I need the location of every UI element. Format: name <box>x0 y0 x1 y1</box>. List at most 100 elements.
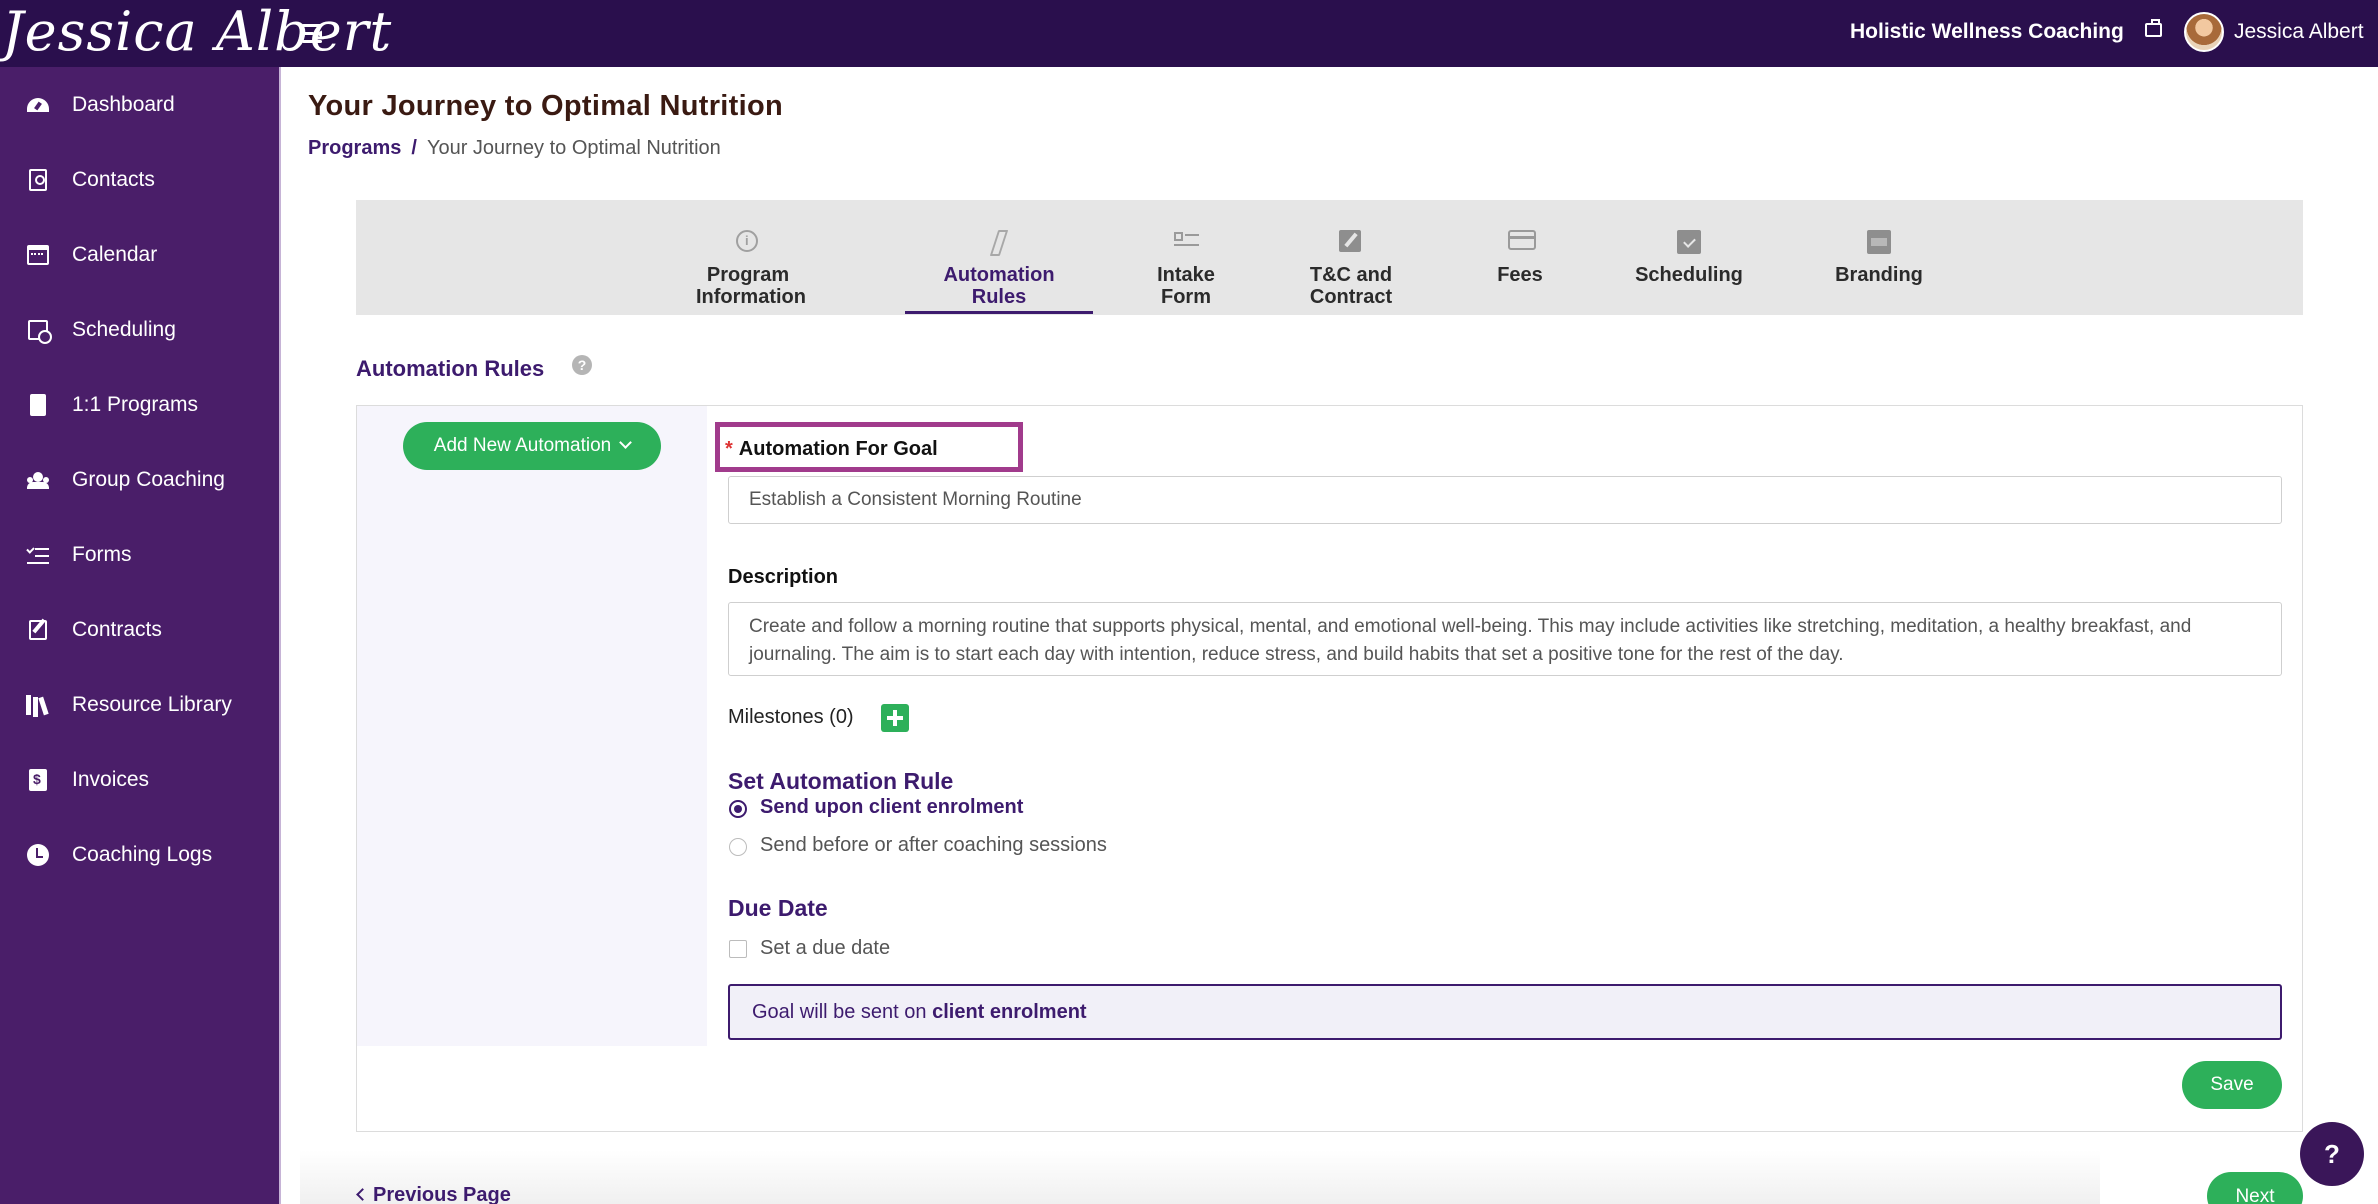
section-title: Automation Rules <box>356 356 545 381</box>
required-mark: * <box>725 438 733 460</box>
step-label-line2: Information <box>696 286 806 308</box>
due-date-checkbox[interactable] <box>729 940 747 958</box>
previous-page-link[interactable]: Previous Page <box>356 1184 511 1204</box>
sidebar: Dashboard Contacts Calendar Scheduling 1… <box>0 67 281 1204</box>
menu-toggle-icon[interactable] <box>300 22 328 46</box>
clock-icon <box>26 843 50 867</box>
automation-goal-label: * Automation For Goal <box>725 438 938 461</box>
step-scheduling[interactable]: Scheduling <box>1619 200 1759 315</box>
checklist-icon <box>1174 230 1199 252</box>
step-automation-rules[interactable]: Automation Rules <box>905 200 1093 315</box>
chevron-left-icon <box>356 1188 369 1201</box>
group-icon <box>26 468 50 492</box>
step-label-line1: Automation <box>943 264 1055 286</box>
sidebar-item-programs[interactable]: 1:1 Programs <box>0 375 281 435</box>
description-textarea[interactable]: Create and follow a morning routine that… <box>728 602 2282 676</box>
user-name[interactable]: Jessica Albert <box>2234 20 2364 44</box>
calendar-check-icon <box>1677 230 1701 254</box>
briefcase-icon[interactable] <box>2145 19 2162 37</box>
sidebar-item-label: Dashboard <box>72 93 175 116</box>
sidebar-item-invoices[interactable]: Invoices <box>0 750 281 810</box>
programs-icon <box>26 393 50 417</box>
save-button[interactable]: Save <box>2182 1061 2282 1109</box>
step-label-line2: Rules <box>971 286 1027 308</box>
step-label-line2: Form <box>1161 286 1211 308</box>
sidebar-item-label: Scheduling <box>72 318 176 341</box>
add-new-automation-button[interactable]: Add New Automation <box>403 422 661 470</box>
sidebar-item-contracts[interactable]: Contracts <box>0 600 281 660</box>
automation-goal-input[interactable] <box>728 476 2282 524</box>
description-label: Description <box>728 566 839 588</box>
radio-label-send-before-after-sessions[interactable]: Send before or after coaching sessions <box>760 834 1107 857</box>
forms-icon <box>26 543 50 567</box>
branding-icon <box>1867 230 1891 254</box>
step-label: Fees <box>1497 264 1543 286</box>
radio-label-send-upon-enrolment[interactable]: Send upon client enrolment <box>760 796 1023 819</box>
avatar[interactable] <box>2184 12 2224 52</box>
sidebar-item-label: Forms <box>72 543 132 566</box>
footer-shadow <box>300 1150 2100 1204</box>
sidebar-item-label: Resource Library <box>72 693 232 716</box>
help-chat-button[interactable]: ? <box>2300 1122 2364 1186</box>
breadcrumb: Programs / Your Journey to Optimal Nutriti… <box>308 137 721 160</box>
breadcrumb-current: Your Journey to Optimal Nutrition <box>426 137 721 159</box>
step-label: Scheduling <box>1635 264 1743 286</box>
invoice-icon <box>26 768 50 792</box>
step-label: Branding <box>1835 264 1923 286</box>
sidebar-item-label: Invoices <box>72 768 150 791</box>
sidebar-item-contacts[interactable]: Contacts <box>0 150 281 210</box>
signature-icon <box>1339 230 1363 252</box>
milestones-label: Milestones (0) <box>728 706 854 728</box>
step-label-line1: T&C and <box>1309 264 1393 286</box>
sidebar-item-label: Coaching Logs <box>72 843 213 866</box>
add-milestone-button[interactable] <box>881 704 909 732</box>
add-new-automation-label: Add New Automation <box>433 435 612 456</box>
sidebar-item-coaching-logs[interactable]: Coaching Logs <box>0 825 281 885</box>
goal-send-info: Goal will be sent on client enrolment <box>728 984 2282 1040</box>
program-steps-bar: ProgramInformation AutomationRules Intak… <box>356 200 2303 315</box>
next-button[interactable]: Next <box>2207 1172 2303 1204</box>
step-label-line1: Program <box>706 264 790 286</box>
library-icon <box>26 693 50 717</box>
sidebar-item-dashboard[interactable]: Dashboard <box>0 75 281 135</box>
breadcrumb-separator: / <box>411 137 417 159</box>
automation-card: Add New Automation * Automation For Goal … <box>356 405 2303 1132</box>
due-date-checkbox-label[interactable]: Set a due date <box>760 937 890 960</box>
top-bar: Jessica Albert Holistic Wellness Coachin… <box>0 0 2378 67</box>
step-program-information[interactable]: ProgramInformation <box>696 200 806 315</box>
help-icon[interactable]: ? <box>572 355 592 375</box>
sidebar-item-label: Contracts <box>72 618 162 641</box>
sidebar-item-label: Calendar <box>72 243 158 266</box>
info-icon <box>736 230 760 252</box>
breadcrumb-programs-link[interactable]: Programs <box>308 137 401 159</box>
automation-rule-title: Set Automation Rule <box>728 768 954 794</box>
sidebar-item-label: 1:1 Programs <box>72 393 199 416</box>
contacts-icon <box>26 168 50 192</box>
brand-logo[interactable]: Jessica Albert <box>2 0 392 67</box>
sidebar-item-calendar[interactable]: Calendar <box>0 225 281 285</box>
sidebar-item-forms[interactable]: Forms <box>0 525 281 585</box>
sidebar-item-group-coaching[interactable]: Group Coaching <box>0 450 281 510</box>
calendar-icon <box>26 243 50 267</box>
radio-send-upon-enrolment[interactable] <box>729 800 747 818</box>
step-tc-contract[interactable]: T&C and Contract <box>1291 200 1411 315</box>
step-label-line2: Contract <box>1309 286 1393 308</box>
sidebar-item-scheduling[interactable]: Scheduling <box>0 300 281 360</box>
page-title: Your Journey to Optimal Nutrition <box>308 90 783 122</box>
step-label-line1: Intake <box>1157 264 1215 286</box>
step-branding[interactable]: Branding <box>1819 200 1939 315</box>
chevron-down-icon <box>619 436 633 449</box>
automation-goal-label-text: Automation For Goal <box>738 438 938 460</box>
due-date-title: Due Date <box>728 895 828 921</box>
sidebar-item-resource-library[interactable]: Resource Library <box>0 675 281 735</box>
goal-send-info-prefix: Goal will be sent on <box>752 1001 933 1023</box>
radio-send-before-after-sessions[interactable] <box>729 838 747 856</box>
step-fees[interactable]: Fees <box>1480 200 1560 315</box>
credit-card-icon <box>1508 230 1536 252</box>
sidebar-item-label: Contacts <box>72 168 155 191</box>
goal-send-info-emphasis: client enrolment <box>932 1001 1087 1023</box>
previous-page-label: Previous Page <box>373 1184 511 1204</box>
step-intake-form[interactable]: Intake Form <box>1136 200 1236 315</box>
organization-name[interactable]: Holistic Wellness Coaching <box>1850 20 2124 44</box>
bolt-icon <box>987 230 1011 252</box>
